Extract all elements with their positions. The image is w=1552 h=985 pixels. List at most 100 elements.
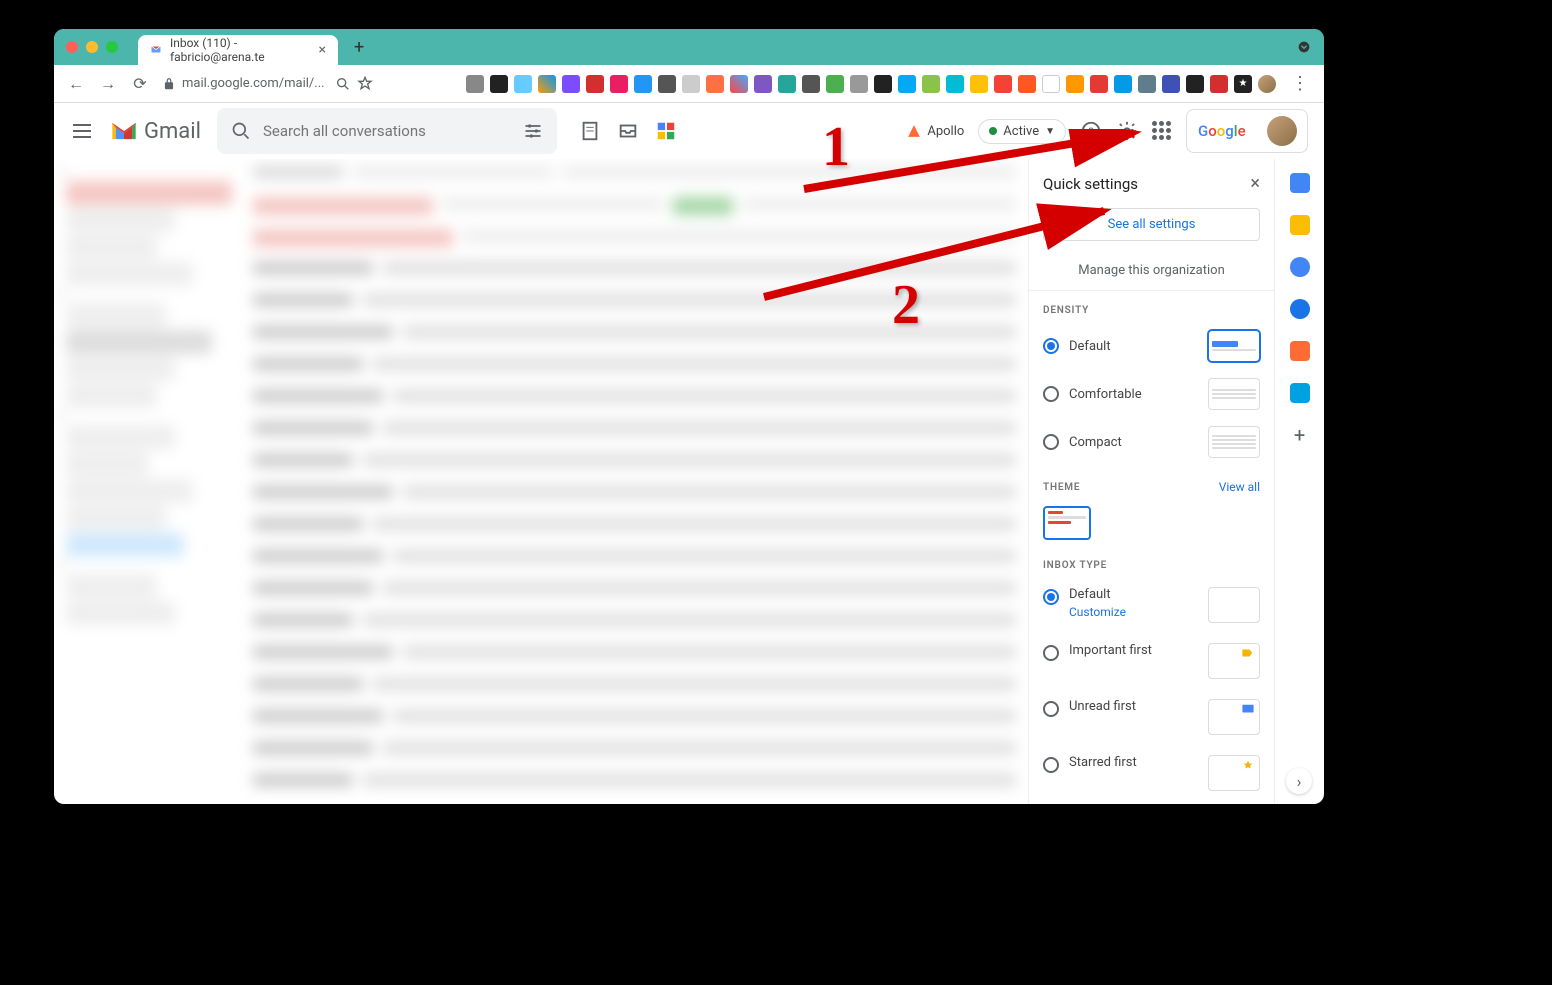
keep-icon[interactable] xyxy=(1290,215,1310,235)
extension-icon[interactable] xyxy=(586,75,604,93)
salesforce-icon[interactable] xyxy=(1290,383,1310,403)
extension-icons: ★ xyxy=(466,75,1276,93)
extension-icon[interactable] xyxy=(1210,75,1228,93)
apps-icon[interactable] xyxy=(1152,121,1172,141)
extension-icon[interactable] xyxy=(1162,75,1180,93)
radio-icon xyxy=(1043,701,1059,717)
browser-tab[interactable]: Inbox (110) - fabricio@arena.te × xyxy=(138,35,338,65)
search-box[interactable] xyxy=(217,108,557,154)
avatar[interactable] xyxy=(1267,116,1297,146)
radio-icon xyxy=(1043,338,1059,354)
calendar-icon[interactable] xyxy=(1290,173,1310,193)
expand-panel-button[interactable]: › xyxy=(1286,768,1312,794)
tune-icon[interactable] xyxy=(523,121,543,141)
theme-section-label: Theme xyxy=(1043,482,1080,493)
maximize-window-button[interactable] xyxy=(106,41,118,53)
density-preview xyxy=(1208,378,1260,410)
density-preview xyxy=(1208,426,1260,458)
extension-icon[interactable] xyxy=(1066,75,1084,93)
add-icon[interactable]: + xyxy=(1290,425,1310,445)
extension-icon[interactable] xyxy=(730,75,748,93)
extension-icon[interactable] xyxy=(1042,75,1060,93)
extension-icon[interactable] xyxy=(706,75,724,93)
density-preview xyxy=(1208,330,1260,362)
bookmark-star-icon[interactable] xyxy=(357,76,373,92)
density-option-default[interactable]: Default xyxy=(1029,322,1274,370)
extension-icon[interactable] xyxy=(1138,75,1156,93)
theme-thumbnail[interactable] xyxy=(1043,506,1091,540)
radio-icon xyxy=(1043,386,1059,402)
extension-icon[interactable] xyxy=(802,75,820,93)
extension-icon[interactable] xyxy=(922,75,940,93)
google-logo: Google xyxy=(1197,121,1259,141)
annotation-arrow-2 xyxy=(754,197,1124,307)
doc-icon[interactable] xyxy=(579,120,601,142)
inbox-type-important[interactable]: Important first xyxy=(1029,633,1274,689)
extension-icon[interactable] xyxy=(610,75,628,93)
extension-icon[interactable] xyxy=(1018,75,1036,93)
inbox-preview xyxy=(1208,755,1260,791)
forward-button[interactable]: → xyxy=(98,74,118,94)
tasks-icon[interactable] xyxy=(1290,257,1310,277)
inbox-type-unread[interactable]: Unread first xyxy=(1029,689,1274,745)
extension-icon[interactable] xyxy=(1114,75,1132,93)
minimize-window-button[interactable] xyxy=(86,41,98,53)
extension-icon[interactable] xyxy=(490,75,508,93)
reload-button[interactable]: ⟳ xyxy=(130,74,150,94)
url-input[interactable]: mail.google.com/mail/... xyxy=(162,76,373,92)
close-tab-button[interactable]: × xyxy=(319,42,326,58)
back-button[interactable]: ← xyxy=(66,74,86,94)
radio-icon xyxy=(1043,434,1059,450)
url-text: mail.google.com/mail/... xyxy=(182,76,325,91)
density-option-compact[interactable]: Compact xyxy=(1029,418,1274,466)
customize-link[interactable]: Customize xyxy=(1069,605,1198,619)
extension-icon[interactable] xyxy=(898,75,916,93)
extension-icon[interactable] xyxy=(946,75,964,93)
extension-icon[interactable] xyxy=(1186,75,1204,93)
extension-icon[interactable] xyxy=(634,75,652,93)
search-input[interactable] xyxy=(263,122,511,140)
extension-icon[interactable] xyxy=(994,75,1012,93)
new-tab-button[interactable]: + xyxy=(354,37,364,58)
extension-icon[interactable] xyxy=(562,75,580,93)
extension-icon[interactable] xyxy=(850,75,868,93)
lock-icon xyxy=(162,77,176,91)
address-bar: ← → ⟳ mail.google.com/mail/... xyxy=(54,65,1324,103)
extension-icon[interactable] xyxy=(466,75,484,93)
chevron-down-icon[interactable] xyxy=(1296,39,1312,55)
grid-view-icon[interactable] xyxy=(655,120,677,142)
extension-icon[interactable] xyxy=(514,75,532,93)
browser-menu-button[interactable]: ⋮ xyxy=(1288,73,1312,94)
contacts-icon[interactable] xyxy=(1290,299,1310,319)
extension-icon[interactable] xyxy=(754,75,772,93)
close-window-button[interactable] xyxy=(66,41,78,53)
annotation-number-2: 2 xyxy=(892,273,920,337)
density-option-comfortable[interactable]: Comfortable xyxy=(1029,370,1274,418)
extension-icon[interactable] xyxy=(538,75,556,93)
extension-icon[interactable] xyxy=(1090,75,1108,93)
apollo-icon[interactable] xyxy=(1290,341,1310,361)
sidebar: ▾ ▾ ▾ ▾ xyxy=(54,159,244,804)
inbox-icon[interactable] xyxy=(617,120,639,142)
extension-icon[interactable]: ★ xyxy=(1234,75,1252,93)
profile-avatar-icon[interactable] xyxy=(1258,75,1276,93)
titlebar: Inbox (110) - fabricio@arena.te × + xyxy=(54,29,1324,65)
close-icon[interactable]: × xyxy=(1250,173,1260,194)
zoom-icon[interactable] xyxy=(335,76,351,92)
inbox-type-priority[interactable]: Priority Inbox Customize xyxy=(1029,801,1274,804)
gmail-logo[interactable]: Gmail xyxy=(110,119,201,144)
browser-window: Inbox (110) - fabricio@arena.te × + ← → … xyxy=(54,29,1324,804)
extension-icon[interactable] xyxy=(658,75,676,93)
inbox-preview xyxy=(1208,587,1260,623)
extension-icon[interactable] xyxy=(874,75,892,93)
extension-icon[interactable] xyxy=(682,75,700,93)
svg-text:Google: Google xyxy=(1198,122,1246,140)
extension-icon[interactable] xyxy=(778,75,796,93)
extension-icon[interactable] xyxy=(826,75,844,93)
menu-icon[interactable] xyxy=(70,119,94,143)
view-all-themes-link[interactable]: View all xyxy=(1219,480,1260,494)
inbox-type-default[interactable]: Default Customize xyxy=(1029,577,1274,633)
google-account-badge[interactable]: Google xyxy=(1186,109,1308,153)
extension-icon[interactable] xyxy=(970,75,988,93)
inbox-type-starred[interactable]: Starred first xyxy=(1029,745,1274,801)
